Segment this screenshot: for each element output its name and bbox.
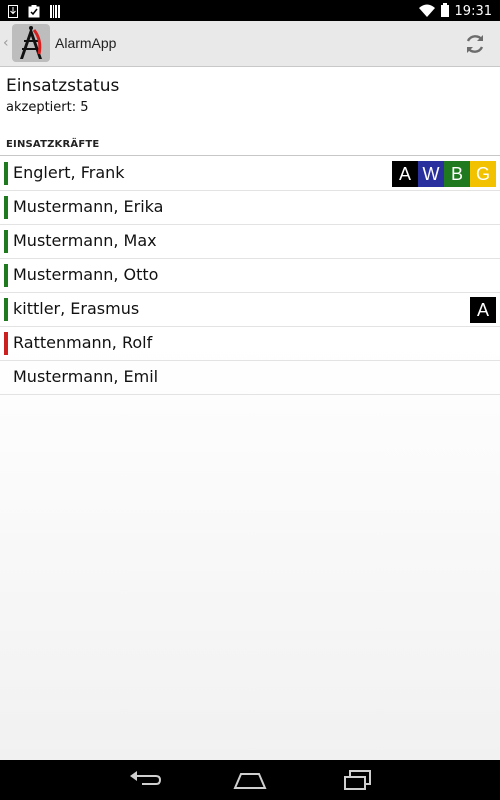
status-indicator [4, 162, 8, 185]
status-indicator [4, 332, 8, 355]
qualification-badges: A [470, 297, 496, 323]
back-icon [128, 771, 162, 796]
member-name: Mustermann, Emil [13, 367, 159, 386]
list-item[interactable]: Mustermann, Max [0, 225, 500, 259]
qualification-badge: A [470, 297, 496, 323]
download-icon [8, 3, 18, 22]
app-title: AlarmApp [55, 35, 117, 51]
status-title: Einsatzstatus [6, 76, 120, 96]
main-content: Einsatzstatus akzeptiert: 5 EINSATZKRÄFT… [0, 67, 500, 760]
status-indicator [4, 264, 8, 287]
recent-apps-icon [341, 770, 375, 796]
list-item[interactable]: Englert, Frank A W B G [0, 157, 500, 191]
section-header: EINSATZKRÄFTE [6, 139, 100, 150]
member-name: Mustermann, Max [13, 231, 157, 250]
clock: 19:31 [454, 3, 492, 19]
status-indicator [4, 230, 8, 253]
member-name: Rattenmann, Rolf [13, 333, 153, 352]
member-name: Englert, Frank [13, 163, 125, 182]
qualification-badge: G [470, 161, 496, 187]
home-button[interactable] [233, 768, 267, 792]
list-item[interactable]: Mustermann, Emil [0, 361, 500, 395]
clipboard-icon [28, 3, 40, 22]
status-indicator [4, 366, 8, 389]
qualification-badge: W [418, 161, 444, 187]
qualification-badge: B [444, 161, 470, 187]
navigation-bar [0, 760, 500, 800]
qualification-badges: AWBG [392, 161, 496, 187]
qualification-badge: A [392, 161, 418, 187]
refresh-button[interactable] [462, 31, 488, 57]
barcode-icon [50, 3, 60, 22]
member-list: Englert, Frank A W B G Mustermann, Erika Muste… [0, 157, 500, 395]
status-indicator [4, 298, 8, 321]
member-name: kittler, Erasmus [13, 299, 140, 318]
refresh-icon [462, 35, 488, 61]
recent-apps-button[interactable] [341, 768, 375, 792]
status-bar: 19:31 [0, 0, 500, 21]
list-item[interactable]: kittler, Erasmus A [0, 293, 500, 327]
status-indicator [4, 196, 8, 219]
action-bar: ‹ AlarmApp [0, 21, 500, 67]
battery-icon [440, 2, 449, 21]
list-item[interactable]: Mustermann, Otto [0, 259, 500, 293]
up-caret-icon[interactable]: ‹ [3, 35, 9, 51]
accepted-count: akzeptiert: 5 [6, 100, 89, 115]
home-icon [233, 773, 267, 796]
app-icon[interactable] [12, 24, 50, 62]
member-name: Mustermann, Erika [13, 197, 164, 216]
divider [0, 155, 500, 156]
back-button[interactable] [128, 768, 162, 792]
list-item[interactable]: Rattenmann, Rolf [0, 327, 500, 361]
list-item[interactable]: Mustermann, Erika [0, 191, 500, 225]
wifi-icon [418, 2, 435, 21]
member-name: Mustermann, Otto [13, 265, 159, 284]
